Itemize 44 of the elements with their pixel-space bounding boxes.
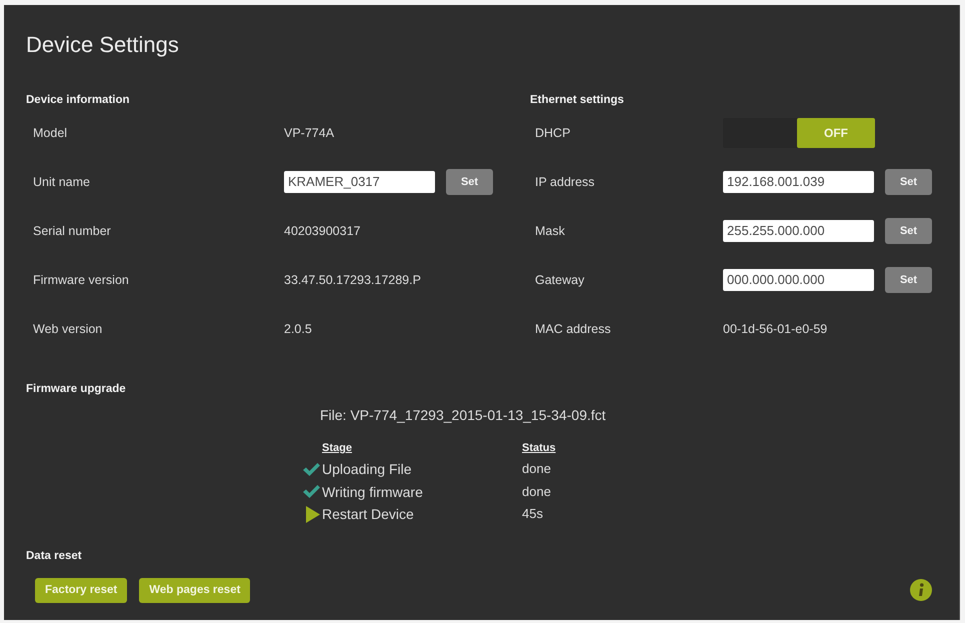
set-button[interactable]: Set [885, 218, 932, 244]
section-heading: Data reset [26, 548, 82, 564]
set-button[interactable]: Set [885, 168, 932, 194]
check-icon [303, 462, 320, 476]
stage-status: done [522, 460, 551, 478]
field-value: 33.47.50.17293.17289.P [284, 272, 421, 286]
column-header: Status [522, 441, 556, 456]
field-label: Gateway [535, 272, 584, 286]
file-name: File: VP-774_17293_2015-01-13_15-34-09.fct [320, 406, 606, 424]
field-value: 00-1d-56-01-e0-59 [723, 322, 828, 336]
field-label: DHCP [535, 126, 570, 140]
toggle-switch[interactable]: OFF [723, 118, 875, 148]
column-header: Stage [322, 441, 352, 456]
input-field[interactable]: 255.255.000.000 [723, 220, 874, 242]
field-value: 40203900317 [284, 224, 360, 238]
input-field[interactable]: 000.000.000.000 [723, 268, 874, 290]
stage-name: Uploading File [322, 460, 412, 479]
field-label: Model [33, 126, 68, 140]
section-heading: Ethernet settings [530, 93, 624, 108]
check-icon [303, 485, 320, 498]
field-label: Mask [535, 224, 565, 238]
input-field[interactable]: 192.168.001.039 [723, 170, 874, 192]
field-label: Serial number [33, 224, 111, 238]
stage-status: done [522, 482, 551, 500]
stage-status: 45s [522, 505, 543, 523]
field-label: Firmware version [33, 272, 129, 286]
reset-button[interactable]: Factory reset [35, 578, 128, 602]
set-button[interactable]: Set [446, 168, 493, 194]
field-label: Web version [33, 322, 102, 336]
field-label: IP address [535, 174, 595, 188]
info-icon[interactable] [910, 579, 932, 601]
field-label: MAC address [535, 322, 611, 336]
play-icon [306, 506, 320, 523]
field-value: 2.0.5 [284, 322, 312, 336]
input-field[interactable]: KRAMER_0317 [284, 170, 435, 192]
field-label: Unit name [33, 174, 90, 188]
section-heading: Firmware upgrade [26, 382, 126, 397]
reset-button[interactable]: Web pages reset [139, 578, 250, 602]
stage-name: Restart Device [322, 505, 414, 524]
set-button[interactable]: Set [885, 266, 932, 292]
stage-name: Writing firmware [322, 482, 423, 502]
section-heading: Device information [26, 93, 130, 108]
field-value: VP-774A [284, 126, 334, 140]
page-title: Device Settings [26, 32, 179, 58]
